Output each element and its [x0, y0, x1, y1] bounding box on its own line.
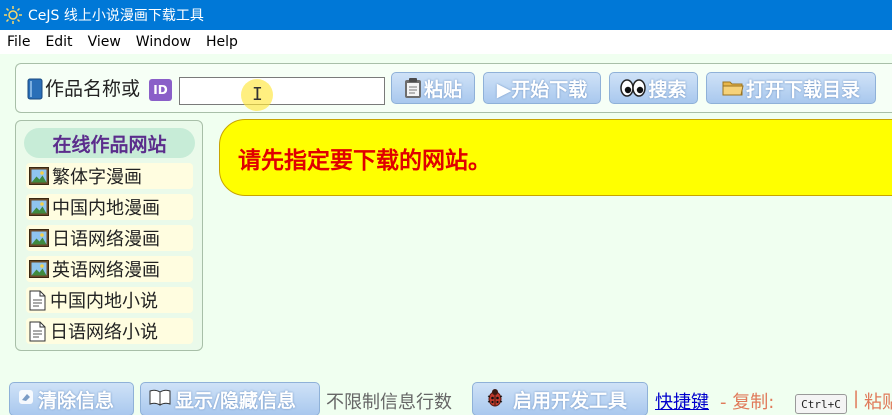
clear-messages-label: 清除信息 [38, 389, 115, 412]
shortcuts-link[interactable]: 快捷键 [655, 388, 709, 414]
site-item-label: 中国内地漫画 [52, 198, 160, 219]
image-icon [29, 260, 49, 278]
open-book-icon [149, 388, 171, 411]
site-item-japanese-web-novels[interactable]: 日语网络小说 [26, 318, 193, 344]
paste-hint: 粘贴 [864, 392, 892, 413]
sun-icon [2, 4, 24, 26]
eyes-icon [620, 78, 647, 98]
enable-devtools-label: 启用开发工具 [513, 389, 628, 412]
toggle-messages-button[interactable]: 显示/隐藏信息 [140, 382, 320, 415]
menu-edit[interactable]: Edit [38, 34, 80, 50]
menu-bar: File Edit View Window Help [0, 30, 892, 54]
image-icon [29, 198, 49, 216]
id-icon: ID [149, 79, 172, 101]
search-label: 搜索 [648, 78, 687, 101]
site-item-mainland-comics[interactable]: 中国内地漫画 [26, 194, 193, 220]
panel-title: 在线作品网站 [24, 128, 195, 158]
document-icon [29, 321, 46, 342]
site-item-mainland-novels[interactable]: 中国内地小说 [26, 287, 193, 313]
site-item-english-web-comics[interactable]: 英语网络漫画 [26, 256, 193, 282]
enable-devtools-button[interactable]: 启用开发工具 [472, 382, 648, 415]
site-item-label: 日语网络漫画 [52, 229, 160, 250]
paste-button[interactable]: 粘贴 [391, 72, 475, 104]
document-icon [29, 290, 46, 311]
bottom-bar: 清除信息 显示/隐藏信息 不限制信息行数 启用开发工具 快捷键 - 复制: Ct… [0, 380, 892, 415]
main-content: 作品名称或 ID I 粘贴 ▶开始下载 搜索 打开下载目录 在线作品网站 繁体字… [0, 54, 892, 415]
search-button[interactable]: 搜索 [609, 72, 698, 104]
open-download-folder-button[interactable]: 打开下载目录 [706, 72, 876, 104]
folder-icon [722, 79, 744, 97]
site-item-label: 英语网络漫画 [52, 260, 160, 281]
site-item-label: 日语网络小说 [50, 322, 158, 343]
copy-shortcut-key: Ctrl+C [795, 394, 847, 414]
bug-icon [485, 387, 505, 412]
site-item-label: 繁体字漫画 [52, 167, 142, 188]
clear-messages-button[interactable]: 清除信息 [9, 382, 134, 415]
start-download-button[interactable]: ▶开始下载 [483, 72, 601, 104]
menu-window[interactable]: Window [129, 34, 199, 50]
eraser-icon [18, 388, 34, 410]
online-sites-panel: 在线作品网站 繁体字漫画 中国内地漫画 日语网络漫画 英语网络漫画 中国内地小说… [15, 120, 203, 351]
clipboard-icon [404, 77, 422, 99]
window-title: CeJS 线上小说漫画下载工具 [28, 8, 204, 24]
name-label: 作品名称或 [45, 78, 141, 100]
paste-label: 粘贴 [423, 78, 462, 101]
separator: | [853, 388, 860, 409]
start-download-label: ▶开始下载 [496, 78, 588, 101]
work-name-input[interactable] [179, 77, 385, 105]
menu-view[interactable]: View [81, 34, 129, 50]
image-icon [29, 167, 49, 185]
open-download-folder-label: 打开下载目录 [745, 78, 860, 101]
image-icon [29, 229, 49, 247]
toggle-messages-label: 显示/隐藏信息 [175, 389, 296, 412]
menu-help[interactable]: Help [199, 34, 246, 50]
copy-hint: - 复制: [720, 392, 775, 413]
toolbar: 作品名称或 ID I 粘贴 ▶开始下载 搜索 打开下载目录 [15, 63, 892, 113]
unlimited-lines-option[interactable]: 不限制信息行数 [326, 388, 452, 414]
book-icon [27, 78, 43, 100]
status-message: 请先指定要下载的网站。 [219, 119, 892, 196]
title-bar: CeJS 线上小说漫画下载工具 [0, 0, 892, 30]
site-item-japanese-web-comics[interactable]: 日语网络漫画 [26, 225, 193, 251]
site-item-label: 中国内地小说 [50, 291, 158, 312]
site-item-traditional-comics[interactable]: 繁体字漫画 [26, 163, 193, 189]
menu-file[interactable]: File [0, 34, 38, 50]
